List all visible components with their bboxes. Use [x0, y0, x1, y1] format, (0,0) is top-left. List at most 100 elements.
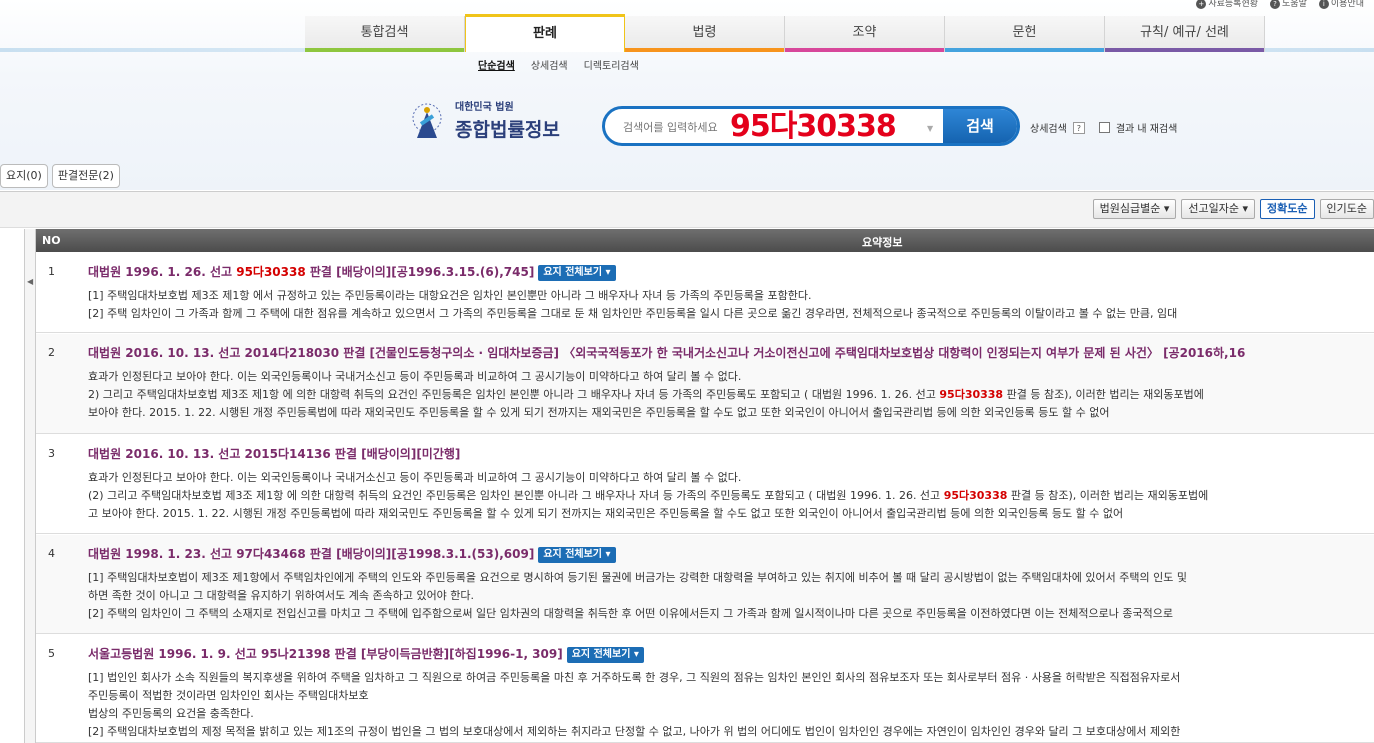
case-title-part: 대법원 2016. 10. 13. 선고 2015다14136 판결 [배당이의…: [88, 447, 461, 461]
tab-color-bar: [945, 48, 1104, 52]
summary-text: 판결 등 참조), 이러한 법리는 재외동포법에: [1007, 489, 1209, 502]
case-title-link[interactable]: 대법원 2016. 10. 13. 선고 2015다14136 판결 [배당이의…: [88, 445, 460, 462]
search-query-text: 95다30338: [730, 109, 897, 144]
result-row: 3 대법원 2016. 10. 13. 선고 2015다14136 판결 [배당이…: [36, 435, 1374, 534]
summary-line: 주민등록이 적법한 것이라면 임차인인 회사는 주택임대차보호: [88, 689, 369, 702]
util-link-guide[interactable]: i 이용안내: [1318, 0, 1364, 9]
result-row: 5 서울고등법원 1996. 1. 9. 선고 95나21398 판결 [부당이득…: [36, 635, 1374, 743]
case-title-part: 대법원 1996. 1. 26. 선고: [88, 265, 237, 279]
result-row: 2 대법원 2016. 10. 13. 선고 2014다218030 판결 [건물…: [36, 334, 1374, 434]
sort-court-level-button[interactable]: 법원심급별순 ▾: [1092, 199, 1177, 219]
tab-color-bar: [785, 48, 944, 52]
summary-line: 고 보아야 한다. 2015. 1. 22. 시행된 개정 주민등록법에 따라 …: [88, 507, 1124, 520]
summary-line: 법상의 주민등록의 요건을 충족한다.: [88, 707, 254, 720]
case-title-link[interactable]: 서울고등법원 1996. 1. 9. 선고 95나21398 판결 [부당이득금…: [88, 645, 644, 663]
sort-popularity-button[interactable]: 인기도순: [1319, 199, 1374, 219]
detail-search-link[interactable]: 상세검색: [1030, 120, 1067, 135]
col-no: NO: [42, 234, 61, 247]
case-title-link[interactable]: 대법원 1996. 1. 26. 선고 95다30338 판결 [배당이의][공…: [88, 263, 616, 281]
detail-search-area: 상세검색 ? 결과 내 재검색: [1030, 120, 1177, 135]
side-collapse-handle[interactable]: ◀: [24, 229, 36, 743]
row-number: 2: [48, 346, 55, 359]
result-type-tabs: 요지(0) 판결전문(2): [0, 164, 120, 188]
tab-color-bar: [1105, 48, 1264, 52]
tab-fulltext[interactable]: 판결전문(2): [51, 164, 120, 188]
court-emblem-icon: [407, 98, 447, 142]
search-box: 95다30338 ▼ 검색: [602, 106, 1020, 146]
case-summary: [1] 주택임대차보호법이 제3조 제1항에서 주택임차인에게 주택의 인도와 …: [88, 569, 1187, 623]
search-button[interactable]: 검색: [943, 109, 1017, 143]
subnav-detail-search[interactable]: 상세검색: [531, 57, 568, 72]
tab-4[interactable]: 문헌: [945, 16, 1105, 52]
tab-color-bar: [305, 48, 464, 52]
util-link-help[interactable]: ? 도움말: [1270, 0, 1307, 9]
recheck-checkbox[interactable]: [1098, 122, 1110, 133]
result-row: 4 대법원 1998. 1. 23. 선고 97다43468 판결 [배당이의][…: [36, 535, 1374, 634]
row-number: 3: [48, 447, 55, 460]
summary-expand-button[interactable]: 요지 전체보기 ▾: [538, 546, 616, 563]
tab-label: 문헌: [1012, 25, 1037, 40]
tab-label: 조약: [852, 25, 877, 40]
subnav-simple-search[interactable]: 단순검색: [478, 57, 515, 72]
summary-line: [2] 주택 임차인이 그 가족과 함께 그 주택에 대한 점유를 계속하고 있…: [88, 307, 1178, 320]
logo-title: 종합법률정보: [455, 119, 560, 141]
tab-2[interactable]: 법령: [625, 16, 785, 52]
summary-line: [1] 주택임대차보호법이 제3조 제1항에서 주택임차인에게 주택의 인도와 …: [88, 571, 1187, 584]
tab-summary[interactable]: 요지(0): [0, 164, 48, 188]
tab-1[interactable]: 판례: [465, 14, 625, 52]
highlighted-case-number: 95다30338: [939, 388, 1004, 401]
highlighted-case-number: 95다30338: [943, 489, 1008, 502]
summary-line: 2) 그리고 주택임대차보호법 제3조 제1항 에 의한 대항력 취득의 요건인…: [88, 386, 1204, 404]
tab-5[interactable]: 규칙/ 예규/ 선례: [1105, 16, 1265, 52]
utility-links: + 사료등록현황 ? 도움말 i 이용안내: [1196, 0, 1364, 9]
summary-line: [2] 주택임대차보호법의 제정 목적을 밝히고 있는 제1조의 규정이 법인을…: [88, 725, 1181, 738]
case-title-part: 판결 [배당이의][공1996.3.15.(6),745]: [305, 265, 535, 279]
summary-expand-button[interactable]: 요지 전체보기 ▾: [538, 264, 616, 281]
row-number: 1: [48, 265, 55, 278]
recheck-label: 결과 내 재검색: [1115, 124, 1178, 135]
col-summary: 요약정보: [862, 236, 903, 249]
case-title-part: 서울고등법원 1996. 1. 9. 선고 95나21398 판결 [부당이득금…: [88, 647, 563, 661]
case-title-part: 95다30338: [236, 265, 306, 279]
subnav-directory-search[interactable]: 디렉토리검색: [584, 57, 639, 72]
summary-line: (2) 그리고 주택임대차보호법 제3조 제1항 에 의한 대항력 취득의 요건…: [88, 487, 1208, 505]
summary-line: 보아야 한다. 2015. 1. 22. 시행된 개정 주민등록법에 따라 재외…: [88, 406, 1110, 419]
tab-label: 판례: [533, 26, 557, 41]
summary-text: 판결 등 참조), 이러한 법리는 재외동포법에: [1003, 388, 1204, 401]
help-icon: ?: [1270, 0, 1281, 9]
tab-label: 통합검색: [360, 25, 409, 40]
summary-expand-button[interactable]: 요지 전체보기 ▾: [566, 646, 644, 663]
summary-line: 효과가 인정된다고 보아야 한다. 이는 외국인등록이나 국내거소신고 등이 주…: [88, 471, 742, 484]
main-nav: 통합검색 판례 법령 조약 문헌 규칙/ 예규/ 선례: [305, 14, 1265, 54]
result-row: 1 대법원 1996. 1. 26. 선고 95다30338 판결 [배당이의][…: [36, 253, 1374, 333]
summary-line: [2] 주택의 임차인이 그 주택의 소재지로 전입신고를 마치고 그 주택에 …: [88, 607, 1173, 620]
case-summary: 효과가 인정된다고 보아야 한다. 이는 외국인등록이나 국내거소신고 등이 주…: [88, 469, 1208, 523]
sort-toolbar: 법원심급별순 ▾ 선고일자순 ▾ 정확도순 인기도순: [0, 192, 1374, 228]
tab-label: 법령: [692, 25, 717, 40]
logo-org: 대한민국 법원: [455, 102, 514, 113]
case-title-link[interactable]: 대법원 1998. 1. 23. 선고 97다43468 판결 [배당이의][공…: [88, 545, 616, 563]
row-number: 4: [48, 547, 55, 560]
summary-line: 하면 족한 것이 아니고 그 대항력을 유지하기 위하여서도 계속 존속하고 있…: [88, 589, 475, 602]
sort-accuracy-button[interactable]: 정확도순: [1260, 199, 1315, 219]
case-summary: 효과가 인정된다고 보아야 한다. 이는 외국인등록이나 국내거소신고 등이 주…: [88, 368, 1204, 422]
summary-text: (2) 그리고 주택임대차보호법 제3조 제1항 에 의한 대항력 취득의 요건…: [88, 489, 944, 502]
util-link-status[interactable]: + 사료등록현황: [1196, 0, 1258, 9]
row-number: 5: [48, 647, 55, 660]
tab-3[interactable]: 조약: [785, 16, 945, 52]
case-summary: [1] 주택임대차보호법 제3조 제1항 에서 규정하고 있는 주민등록이라는 …: [88, 287, 1177, 323]
plus-icon: +: [1196, 0, 1207, 9]
help-icon[interactable]: ?: [1072, 121, 1085, 134]
tab-0[interactable]: 통합검색: [305, 16, 465, 52]
summary-line: [1] 법인인 회사가 소속 직원들의 복지후생을 위하여 주택을 임차하고 그…: [88, 671, 1181, 684]
sub-nav: 단순검색 상세검색 디렉토리검색: [478, 57, 639, 72]
summary-line: 효과가 인정된다고 보아야 한다. 이는 외국인등록이나 국내거소신고 등이 주…: [88, 370, 742, 383]
case-title-part: 대법원 1998. 1. 23. 선고 97다43468 판결 [배당이의][공…: [88, 547, 535, 561]
case-title-link[interactable]: 대법원 2016. 10. 13. 선고 2014다218030 판결 [건물인…: [88, 344, 1245, 361]
dropdown-arrow-icon[interactable]: ▼: [927, 124, 933, 133]
sort-date-button[interactable]: 선고일자순 ▾: [1181, 199, 1256, 219]
site-logo[interactable]: 대한민국 법원 종합법률정보: [407, 98, 560, 142]
tab-label: 규칙/ 예규/ 선례: [1140, 25, 1229, 40]
tab-color-bar: [625, 48, 784, 52]
info-icon: i: [1318, 0, 1329, 9]
